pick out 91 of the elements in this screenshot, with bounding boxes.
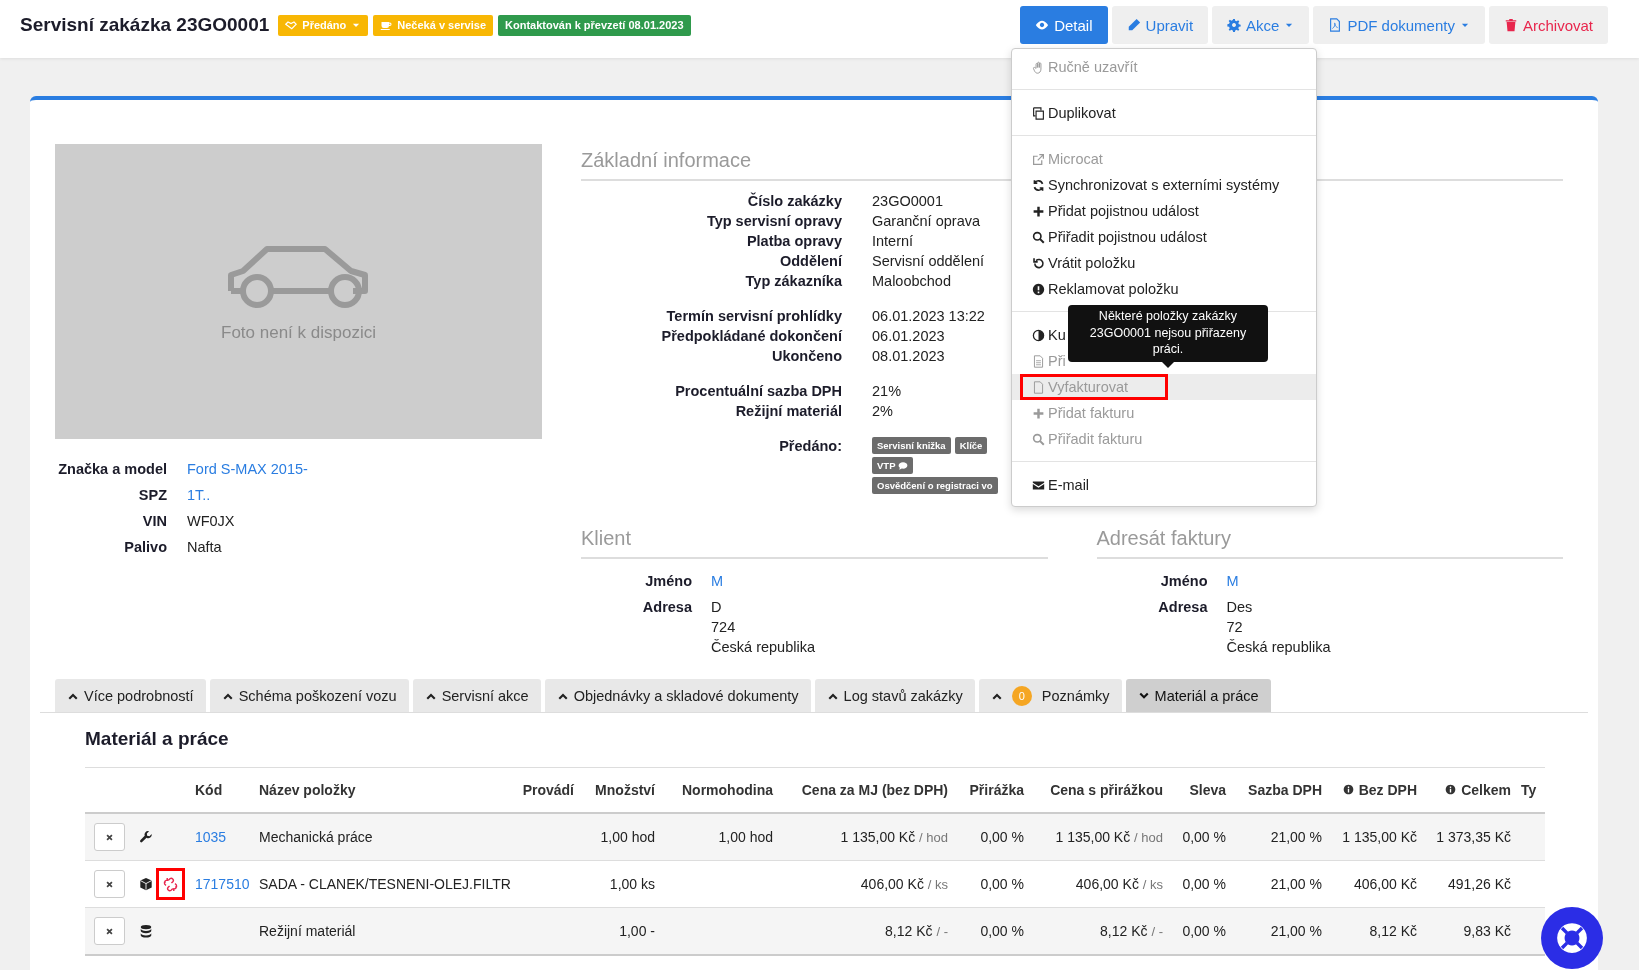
handover-tag: VTP	[872, 457, 914, 474]
field-value: 08.01.2023	[872, 347, 946, 366]
field-label: Ukončeno	[770, 347, 842, 366]
table-cell: 21,00 %	[1270, 876, 1322, 892]
address-line: Des	[1226, 598, 1254, 617]
table-cell: 0,00 %	[1182, 923, 1226, 939]
field-label: Oddělení	[778, 252, 842, 271]
field-value: 23GO0001	[872, 192, 944, 211]
page-title: Servisní zakázka 23GO0001	[20, 14, 270, 36]
field-value: Servisní oddělení	[872, 252, 985, 271]
field-label: VIN	[141, 512, 167, 531]
column-header: Sleva	[1189, 782, 1226, 798]
column-header: Normohodina	[682, 782, 773, 798]
status-badge: Nečeká v servise	[373, 14, 493, 36]
table-cell: 8,12 Kč	[1369, 923, 1417, 939]
column-header: Ty	[1521, 782, 1537, 798]
table-cell: 1 135,00 Kč / hod	[840, 829, 948, 845]
table-cell: SADA - CLANEK/TESNENI-OLEJ.FILTR	[259, 876, 511, 892]
field-label: Předáno:	[778, 437, 842, 456]
field-value: Maloobchod	[872, 272, 952, 291]
field-label: Číslo zakázky	[746, 191, 842, 211]
address-line: Česká republika	[1226, 638, 1331, 657]
field-label: Typ zákazníka	[744, 272, 842, 291]
column-header: Provádí	[522, 782, 574, 798]
address-line: D	[711, 598, 723, 617]
field-label: Jméno	[644, 572, 692, 591]
field-value: 06.01.2023 13:22	[872, 307, 985, 326]
table-cell: 406,00 Kč	[1353, 876, 1417, 892]
handover-tag: Osvědčení o registraci vo	[872, 477, 998, 494]
handover-tag: Servisní knižka	[872, 437, 951, 454]
field-value: 06.01.2023	[872, 327, 946, 346]
table-cell: Mechanická práce	[259, 829, 373, 845]
field-label: Platba opravy	[745, 232, 842, 251]
table-cell: 406,00 Kč / ks	[1075, 876, 1163, 892]
table-cell: 21,00 %	[1270, 829, 1322, 845]
field-label: Typ servisní opravy	[705, 212, 842, 231]
column-header: Bez DPH	[1342, 781, 1417, 798]
table-cell: 0,00 %	[980, 876, 1024, 892]
field-label: Značka a model	[57, 460, 167, 479]
column-header: Celkem	[1445, 781, 1511, 798]
table-cell: 1,00 -	[619, 923, 655, 939]
column-header: Přirážka	[969, 782, 1024, 798]
field-label: Adresa	[1157, 598, 1208, 617]
table-cell: 491,26 Kč	[1447, 876, 1511, 892]
field-label: Palivo	[123, 538, 167, 557]
section-heading: Adresát faktury	[1096, 526, 1563, 559]
column-header: Cena s přirážkou	[1050, 782, 1163, 798]
table-cell: 1 135,00 Kč / hod	[1055, 829, 1163, 845]
field-value: Interní	[872, 232, 915, 251]
field-label: Adresa	[641, 598, 692, 617]
table-cell: 1,00 ks	[609, 876, 655, 892]
table-cell: 0,00 %	[980, 923, 1024, 939]
handover-tag: Klíče	[954, 437, 988, 454]
count-badge: 0	[1011, 685, 1032, 706]
table-cell: Režijní materiál	[259, 923, 356, 939]
field-label: Předpokládané dokončení	[660, 327, 842, 346]
table-cell: 1 373,35 Kč	[1436, 829, 1511, 845]
field-value: Nafta	[187, 538, 223, 557]
column-header: Sazba DPH	[1248, 782, 1322, 798]
table-cell: 8,12 Kč / -	[885, 923, 948, 939]
status-badge: Kontaktován k převzetí 08.01.2023	[498, 14, 691, 36]
address-line: 72	[1226, 618, 1244, 637]
table-cell: 1,00 hod	[718, 829, 773, 845]
table-cell: 8,12 Kč / -	[1100, 923, 1163, 939]
field-value: Garanční oprava	[872, 212, 981, 231]
address-line: Česká republika	[711, 638, 815, 657]
table-cell: 1,00 hod	[600, 829, 655, 845]
field-label: Jméno	[1159, 572, 1208, 591]
section-heading: Klient	[581, 526, 1048, 559]
field-label: Režijní materiál	[734, 402, 842, 421]
table-cell: 21,00 %	[1270, 923, 1322, 939]
table-cell: 0,00 %	[1182, 829, 1226, 845]
field-label: Procentuální sazba DPH	[674, 382, 842, 401]
field-value: 2%	[872, 402, 894, 421]
tooltip: Některé položky zakázky 23GO0001 nejsou přiřazeny práci.	[1068, 305, 1268, 362]
photo-caption: Foto není k dispozici	[221, 322, 376, 343]
field-label: SPZ	[137, 486, 167, 505]
field-value: 21%	[872, 382, 902, 401]
table-cell: 9,83 Kč	[1463, 923, 1511, 939]
column-header: Cena za MJ (bez DPH)	[801, 782, 948, 798]
field-label: Termín servisní prohlídky	[665, 307, 842, 326]
column-header: Množství	[595, 782, 655, 798]
table-cell: 1 135,00 Kč	[1342, 829, 1417, 845]
section-heading: Materiál a práce	[85, 727, 230, 751]
table-cell: 0,00 %	[980, 829, 1024, 845]
table-cell: 0,00 %	[1182, 876, 1226, 892]
column-header: Název položky	[259, 782, 356, 798]
column-header: Kód	[195, 782, 223, 798]
table-cell: 406,00 Kč / ks	[860, 876, 948, 892]
address-line: 724	[711, 618, 737, 637]
field-value: WF0JX	[187, 512, 236, 531]
